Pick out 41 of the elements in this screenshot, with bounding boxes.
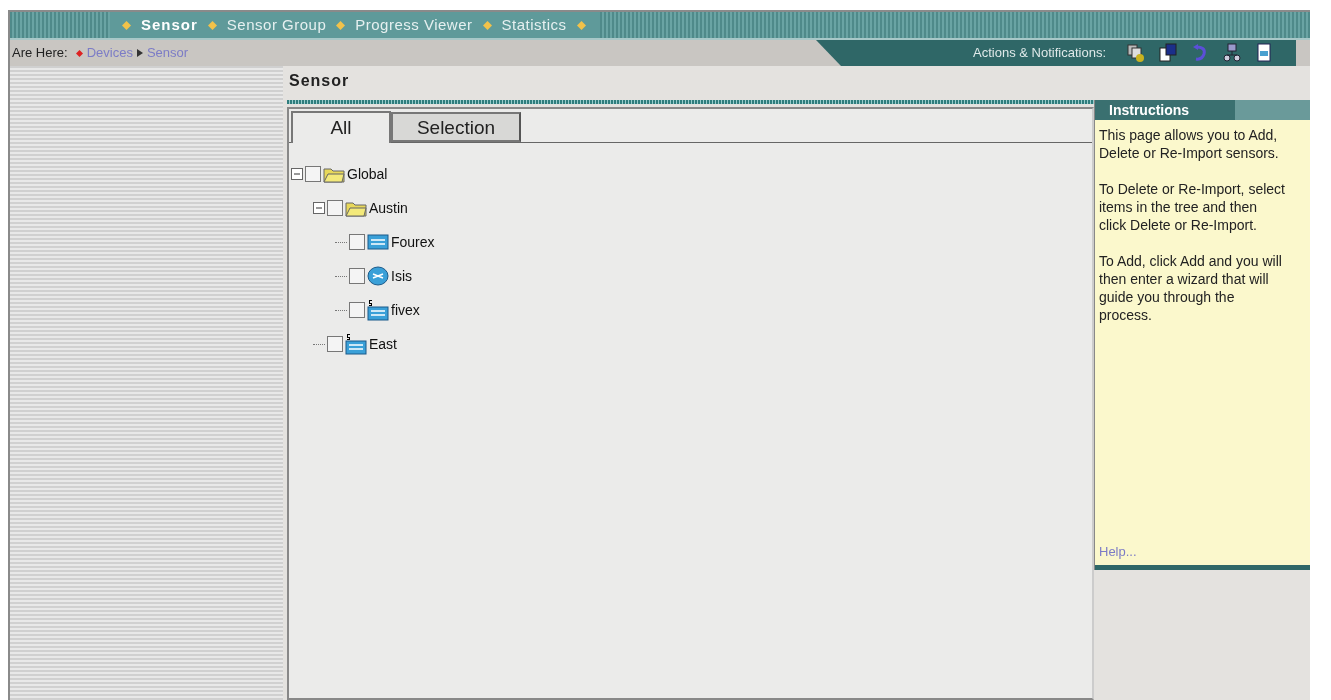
tab[interactable]: All [291, 111, 391, 143]
diamond-icon [336, 20, 346, 30]
actions-label: Actions & Notifications: [973, 44, 1106, 63]
checkbox[interactable] [349, 268, 365, 284]
tree-item-label[interactable]: Isis [391, 265, 412, 287]
diamond-icon [75, 49, 83, 57]
instruction-text: To Add, click Add and you will then enter a wizard that will guide you through the process. [1099, 252, 1283, 324]
instruction-text: To Delete or Re-Import, select items in the tree and then click Delete or Re-Import. [1099, 180, 1286, 234]
checkbox[interactable] [349, 234, 365, 250]
tree-item-label[interactable]: fivex [391, 299, 420, 321]
tree-item-label[interactable]: East [369, 333, 397, 355]
help-link[interactable]: Help... [1095, 541, 1310, 565]
documents-icon[interactable] [1158, 43, 1178, 63]
page-icon[interactable] [1254, 43, 1274, 63]
switch-icon [367, 233, 389, 251]
network-icon[interactable] [1222, 43, 1242, 63]
checkbox[interactable] [305, 166, 321, 182]
checkbox[interactable] [327, 200, 343, 216]
tree-item-label[interactable]: Global [347, 163, 388, 185]
expander-icon[interactable] [313, 202, 325, 214]
router-icon [367, 266, 389, 286]
diamond-icon [576, 20, 586, 30]
tree-item-label[interactable]: Austin [369, 197, 408, 219]
tab[interactable]: Selection [391, 112, 521, 142]
diamond-icon [207, 20, 217, 30]
folder-icon [345, 199, 367, 217]
folder-icon [323, 165, 345, 183]
page-title: Sensor [289, 71, 350, 91]
instructions-title: Instructions [1109, 100, 1190, 120]
chevron-icon [136, 49, 143, 57]
expander-icon[interactable] [291, 168, 303, 180]
checkbox[interactable] [349, 302, 365, 318]
diamond-icon [122, 20, 131, 30]
instruction-text: This page allows you to Add, Delete or Re-Import sensors. [1099, 126, 1280, 162]
checkbox[interactable] [327, 336, 343, 352]
diamond-icon [482, 20, 492, 30]
breadcrumb-label: Are Here: [12, 44, 68, 63]
switch-icon [345, 333, 367, 355]
tree-item-label[interactable]: Fourex [391, 231, 435, 253]
switch-icon [367, 299, 389, 321]
computers-icon[interactable] [1126, 43, 1146, 63]
